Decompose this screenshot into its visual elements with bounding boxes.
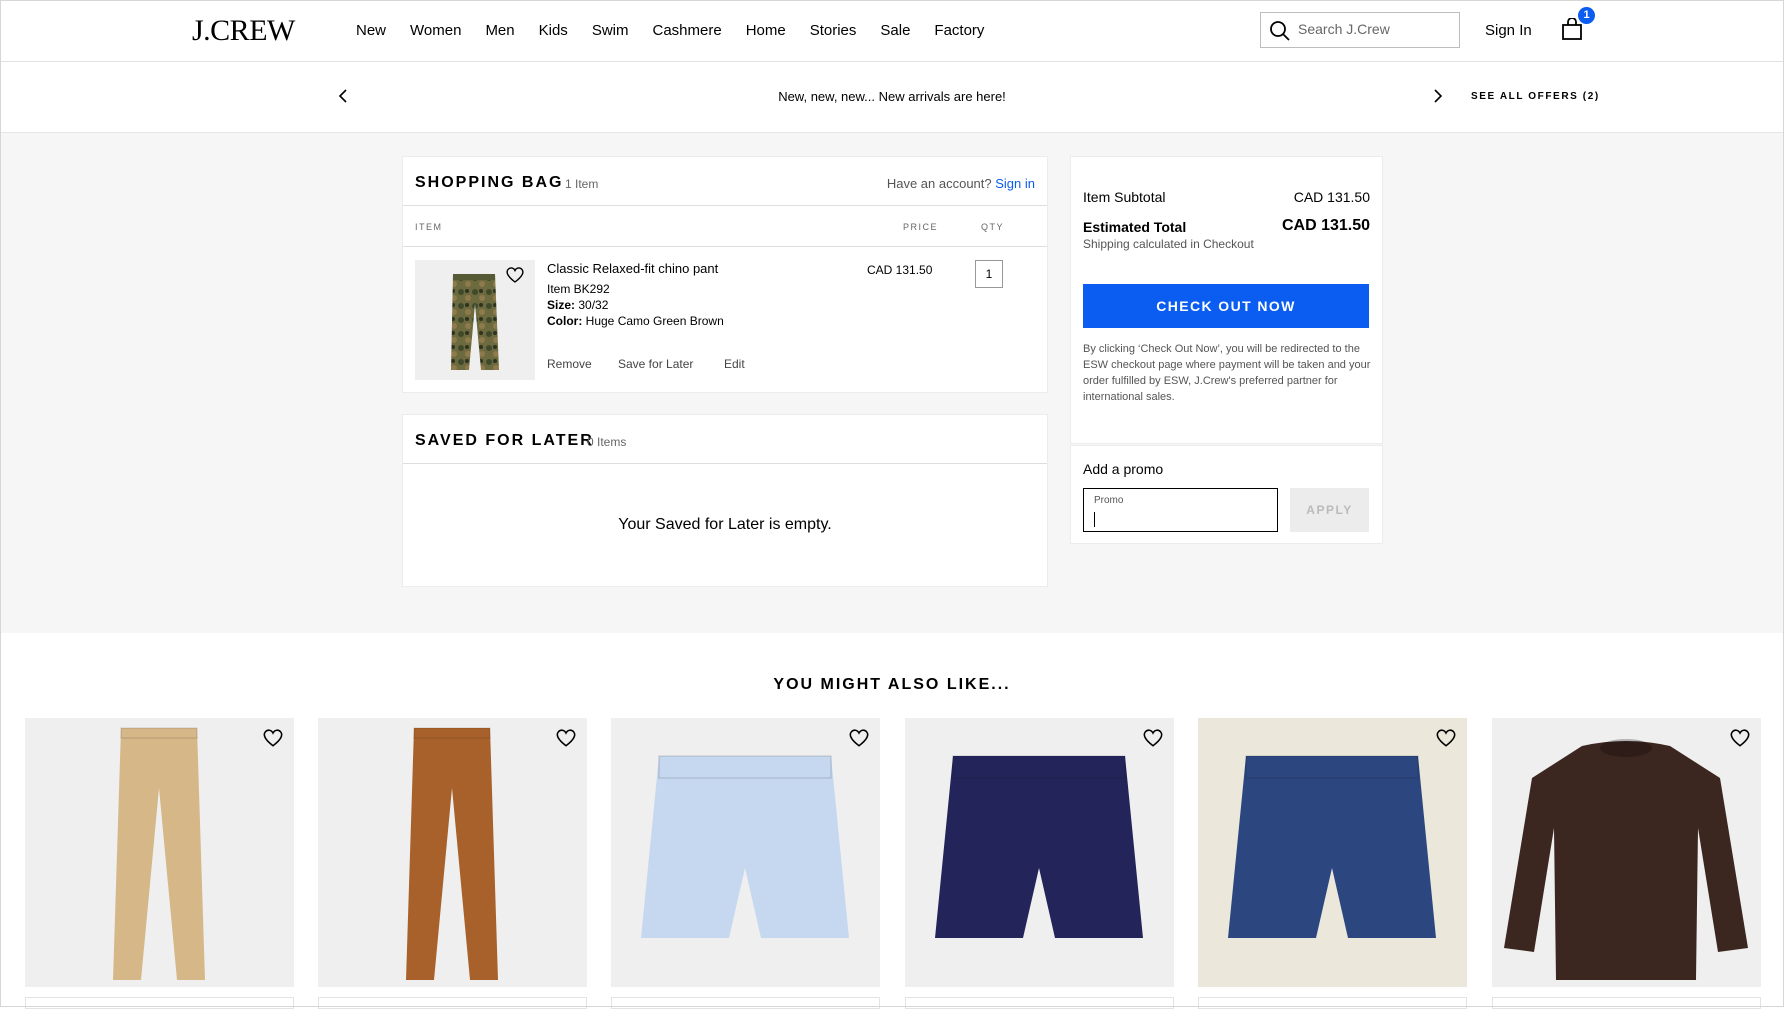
heart-icon[interactable] [1142,728,1164,748]
subtotal-label: Item Subtotal [1083,189,1166,205]
saved-empty-message: Your Saved for Later is empty. [618,516,832,533]
have-account-text: Have an account? [886,176,992,191]
remove-link[interactable]: Remove [547,357,592,371]
color-value: Huge Camo Green Brown [585,314,724,328]
saved-for-later-title: SAVED FOR LATER [415,432,594,449]
promo-card: Add a promo Promo APPLY [1071,446,1382,543]
nav-women[interactable]: Women [410,22,461,39]
col-item-header: ITEM [415,222,443,232]
account-prompt: Have an account? Sign in [887,176,1035,191]
product-image [406,727,498,980]
quantity-field[interactable]: 1 [975,260,1003,288]
estimated-total-label: Estimated Total [1083,219,1187,235]
nav-men[interactable]: Men [485,22,514,39]
col-price-header: PRICE [903,222,939,232]
subtotal-value: CAD 131.50 [1293,189,1370,205]
saved-item-count: 0 Items [587,435,627,449]
nav-sale[interactable]: Sale [880,22,910,39]
product-tile-footer [25,997,294,1009]
promo-strip: New, new, new... New arrivals are here! … [0,62,1784,133]
main-nav: New Women Men Kids Swim Cashmere Home St… [356,22,1008,39]
save-for-later-link[interactable]: Save for Later [618,357,693,371]
divider [403,246,1047,247]
checkout-disclaimer: By clicking ‘Check Out Now’, you will be… [1083,343,1371,403]
site-header: J.CREW New Women Men Kids Swim Cashmere … [0,0,1784,62]
search-box[interactable] [1260,12,1460,48]
nav-factory[interactable]: Factory [934,22,984,39]
text-cursor [1094,512,1095,527]
sign-in-link-bag[interactable]: Sign in [995,176,1035,191]
heart-icon[interactable] [1435,728,1457,748]
product-image [935,755,1143,938]
nav-kids[interactable]: Kids [539,22,568,39]
col-qty-header: QTY [981,222,1005,232]
product-tile-footer [318,997,587,1009]
product-image [641,755,849,938]
divider [403,205,1047,206]
product-tile[interactable] [611,718,880,987]
heart-icon[interactable] [848,728,870,748]
edit-link[interactable]: Edit [724,357,745,371]
product-tile[interactable] [318,718,587,987]
see-all-offers-link[interactable]: SEE ALL OFFERS (2) [1471,91,1600,102]
add-promo-title: Add a promo [1083,461,1164,477]
heart-icon[interactable] [262,728,284,748]
nav-stories[interactable]: Stories [810,22,857,39]
product-color: Color: Huge Camo Green Brown [547,314,724,328]
product-tile[interactable] [905,718,1174,987]
sign-in-link[interactable]: Sign In [1485,22,1532,39]
product-name[interactable]: Classic Relaxed-fit chino pant [547,261,718,276]
product-tile[interactable] [1198,718,1467,987]
nav-swim[interactable]: Swim [592,22,629,39]
chevron-right-icon[interactable] [1430,88,1444,104]
nav-home[interactable]: Home [746,22,786,39]
product-image [1228,755,1436,938]
search-input[interactable] [1298,21,1448,37]
jcrew-logo[interactable]: J.CREW [192,14,295,48]
product-tile-footer [905,997,1174,1009]
check-out-now-button[interactable]: CHECK OUT NOW [1083,284,1369,328]
recommendations-title: YOU MIGHT ALSO LIKE... [773,676,1011,693]
product-tile[interactable] [1492,718,1761,987]
nav-cashmere[interactable]: Cashmere [652,22,721,39]
heart-icon[interactable] [505,266,525,284]
divider [403,463,1047,464]
shopping-bag-card: SHOPPING BAG 1 Item Have an account? Sig… [403,157,1047,392]
search-icon [1270,21,1290,41]
estimated-total-value: CAD 131.50 [1281,217,1370,234]
nav-new[interactable]: New [356,22,386,39]
size-value: 30/32 [578,298,609,312]
apply-promo-button[interactable]: APPLY [1290,488,1369,532]
product-tile-footer [1198,997,1467,1009]
product-image [113,727,205,980]
bag-item-count: 1 Item [565,177,599,191]
promo-field-label: Promo [1094,495,1124,506]
color-label: Color: [547,314,583,328]
heart-icon[interactable] [1729,728,1751,748]
product-image [1504,739,1748,980]
saved-for-later-card: SAVED FOR LATER 0 Items Your Saved for L… [403,415,1047,586]
shopping-bag-title: SHOPPING BAG [415,174,564,191]
heart-icon[interactable] [555,728,577,748]
product-tile-footer [1492,997,1761,1009]
order-summary-card: Item Subtotal CAD 131.50 Estimated Total… [1071,157,1382,443]
product-price: CAD 131.50 [867,263,933,277]
product-thumbnail[interactable] [415,260,535,380]
bag-count-badge: 1 [1578,7,1595,24]
product-item-number: Item BK292 [547,282,610,296]
product-tile[interactable] [25,718,294,987]
shipping-note: Shipping calculated in Checkout [1083,237,1254,251]
size-label: Size: [547,298,576,312]
promo-input[interactable]: Promo [1083,488,1278,532]
product-size: Size: 30/32 [547,298,608,312]
product-tile-footer [611,997,880,1009]
